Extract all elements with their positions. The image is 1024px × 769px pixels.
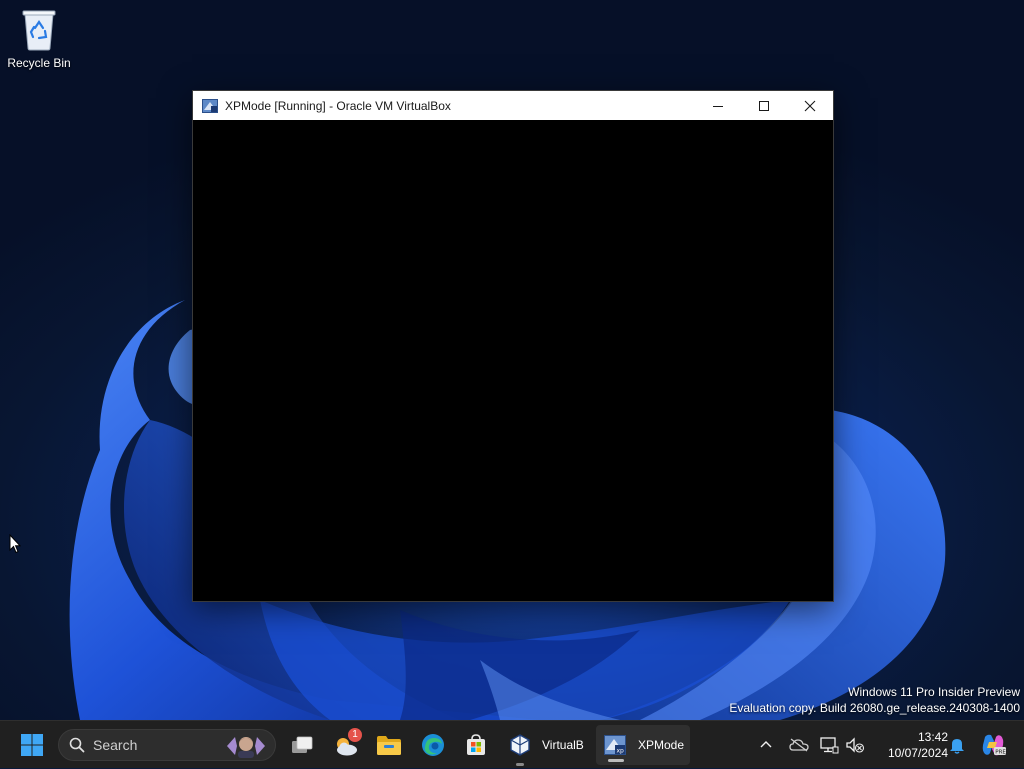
taskbar-file-explorer[interactable] xyxy=(369,721,409,769)
task-view-icon xyxy=(292,736,313,753)
taskbar-task-view[interactable] xyxy=(282,721,322,769)
virtualbox-icon xyxy=(510,734,530,756)
taskbar-store[interactable] xyxy=(456,721,496,769)
virtualbox-xp-icon: xp xyxy=(604,735,626,755)
recycle-bin-icon xyxy=(22,10,56,51)
clock-date: 10/07/2024 xyxy=(887,746,948,760)
active-indicator xyxy=(608,759,624,762)
taskbar: Search 1 VirtualB xp XPMode 13:42 10/07/… xyxy=(0,720,1024,768)
window-titlebar[interactable]: XPMode [Running] - Oracle VM VirtualBox xyxy=(193,91,833,120)
tray-copilot[interactable]: PRE xyxy=(978,721,1008,769)
svg-text:PRE: PRE xyxy=(995,750,1006,756)
taskbar-xpmode[interactable]: xp XPMode xyxy=(596,725,690,765)
vm-display[interactable] xyxy=(193,120,833,601)
tray-onedrive[interactable] xyxy=(788,721,810,769)
svg-text:xp: xp xyxy=(617,748,625,755)
volume-muted-icon xyxy=(846,737,865,753)
tray-overflow-button[interactable] xyxy=(756,721,776,769)
running-indicator xyxy=(516,763,524,766)
window-controls xyxy=(695,91,833,120)
tray-network[interactable] xyxy=(818,721,840,769)
window-title: XPMode [Running] - Oracle VM VirtualBox xyxy=(225,98,451,113)
start-button[interactable] xyxy=(12,721,52,769)
taskbar-edge[interactable] xyxy=(413,721,453,769)
chevron-up-icon xyxy=(760,741,772,748)
recycle-bin-shortcut[interactable]: Recycle Bin xyxy=(4,6,74,70)
taskbar-widgets[interactable]: 1 xyxy=(326,721,366,769)
windows-start-icon xyxy=(21,734,43,756)
search-icon xyxy=(69,737,85,753)
watermark-line2: Evaluation copy. Build 26080.ge_release.… xyxy=(729,701,1020,715)
onedrive-icon xyxy=(789,738,809,752)
xpmode-taskbar-label: XPMode xyxy=(638,738,685,752)
maximize-button[interactable] xyxy=(741,91,787,120)
copilot-icon: PRE xyxy=(982,734,1006,756)
clock-time: 13:42 xyxy=(917,730,948,744)
network-icon xyxy=(820,737,839,754)
notification-bell-icon xyxy=(950,739,964,754)
watermark-line1: Windows 11 Pro Insider Preview xyxy=(848,685,1020,699)
tray-notifications[interactable] xyxy=(946,721,968,769)
taskbar-virtualbox[interactable]: VirtualB xyxy=(500,721,592,769)
recycle-bin-label: Recycle Bin xyxy=(7,56,71,70)
folder-icon xyxy=(377,736,401,755)
tray-clock[interactable]: 13:42 10/07/2024 xyxy=(872,729,948,761)
virtualbox-taskbar-label: VirtualB xyxy=(542,738,584,752)
widgets-badge: 1 xyxy=(348,728,362,742)
tray-volume[interactable] xyxy=(844,721,866,769)
taskbar-search[interactable]: Search xyxy=(58,729,276,761)
minimize-icon xyxy=(713,105,723,107)
minimize-button[interactable] xyxy=(695,91,741,120)
virtualbox-xp-icon xyxy=(202,98,218,113)
virtualbox-vm-window[interactable]: XPMode [Running] - Oracle VM VirtualBox xyxy=(192,90,834,602)
close-icon xyxy=(804,100,816,111)
store-icon xyxy=(467,734,485,755)
mouse-cursor-icon xyxy=(9,534,21,554)
maximize-icon xyxy=(759,100,769,111)
desktop[interactable]: Recycle Bin XPMode [Running] - Oracle VM… xyxy=(0,0,1024,720)
search-highlight-icon xyxy=(227,737,265,758)
edge-icon xyxy=(422,734,444,756)
evaluation-watermark: Windows 11 Pro Insider Preview Evaluatio… xyxy=(729,684,1020,716)
search-placeholder: Search xyxy=(93,737,138,753)
close-button[interactable] xyxy=(787,91,833,120)
